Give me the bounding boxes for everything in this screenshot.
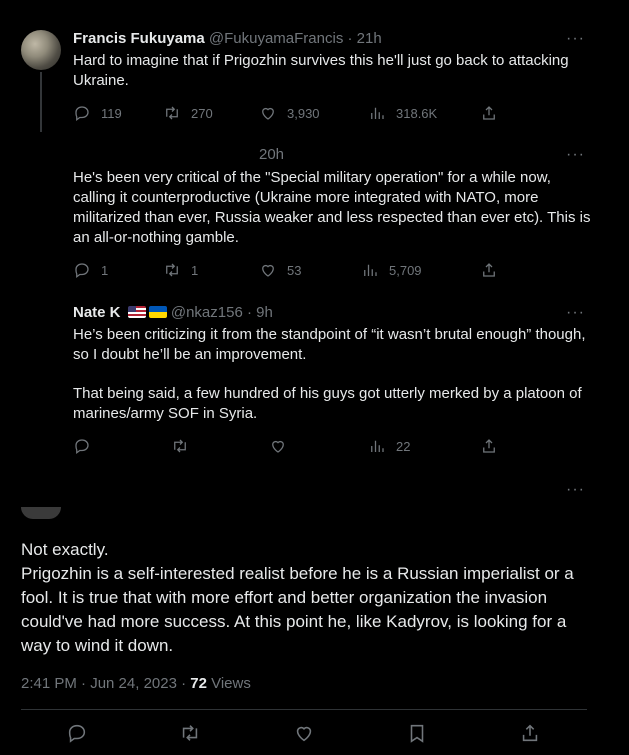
- tweet-text: Hard to imagine that if Prigozhin surviv…: [73, 52, 569, 89]
- retweet-button[interactable]: [171, 437, 199, 455]
- like-icon: [262, 107, 274, 120]
- like-count: 53: [287, 262, 302, 278]
- views-count: 318.6K: [396, 105, 438, 121]
- avatar[interactable]: [21, 30, 61, 70]
- author-name[interactable]: Nate K: [73, 304, 121, 321]
- share-icon: [483, 106, 495, 120]
- reply-count: 1: [101, 262, 109, 278]
- views-icon: [371, 440, 384, 452]
- like-icon: [262, 264, 274, 277]
- more-icon[interactable]: ···: [566, 481, 585, 499]
- bookmark-button[interactable]: [406, 722, 428, 749]
- tweet-header: Francis Fukuyama @FukuyamaFrancis · 21h: [73, 30, 382, 47]
- share-button[interactable]: [480, 261, 508, 279]
- more-icon[interactable]: ···: [566, 146, 585, 164]
- reply-icon: [75, 263, 89, 279]
- tweet-time[interactable]: · 21h: [348, 30, 382, 47]
- reply-icon: [75, 439, 89, 455]
- ukraine-flag-icon: [148, 306, 167, 318]
- tweet-time[interactable]: · 9h: [247, 304, 273, 321]
- views-icon: [371, 107, 384, 119]
- like-icon: [272, 440, 284, 453]
- reply-icon: [68, 724, 86, 743]
- views-icon: [364, 264, 377, 276]
- main-tweet-actions: [21, 722, 587, 746]
- tweet-text: He's been very critical of the "Special …: [73, 169, 591, 246]
- retweet-icon: [166, 106, 178, 120]
- tweet-text-p2: That being said, a few hundred of his gu…: [73, 385, 582, 422]
- tweet-actions: 119 270 3,930 318.6K: [73, 104, 593, 124]
- reply-button[interactable]: 119: [73, 104, 122, 122]
- bookmark-icon: [410, 724, 424, 743]
- like-button[interactable]: 53: [259, 261, 301, 279]
- tweet-actions: 22: [73, 437, 593, 457]
- tweet-reply-1[interactable]: 20h ··· He's been very critical of the "…: [0, 140, 629, 295]
- like-button[interactable]: [269, 437, 297, 455]
- tweet-timestamp[interactable]: 2:41 PM · Jun 24, 2023 ·: [21, 675, 190, 692]
- like-icon: [296, 726, 312, 742]
- like-button[interactable]: [293, 722, 315, 749]
- views-number: 72: [190, 675, 207, 692]
- like-button[interactable]: 3,930: [259, 104, 320, 122]
- views-button[interactable]: 22: [368, 437, 410, 455]
- share-button[interactable]: [480, 104, 508, 122]
- avatar[interactable]: [21, 507, 61, 519]
- reply-icon: [75, 106, 89, 122]
- retweet-button[interactable]: 270: [163, 104, 213, 122]
- author-handle[interactable]: @FukuyamaFrancis: [209, 30, 343, 47]
- more-icon[interactable]: ···: [566, 30, 585, 48]
- share-icon: [522, 724, 538, 742]
- tweet-text-p1: He’s been criticizing it from the standp…: [73, 326, 586, 363]
- views-count: 5,709: [389, 262, 422, 278]
- author-handle[interactable]: @nkaz156: [171, 304, 243, 321]
- tweet-fukuyama[interactable]: Francis Fukuyama @FukuyamaFrancis · 21h …: [0, 0, 629, 140]
- share-icon: [483, 439, 495, 453]
- retweet-count: 1: [191, 262, 199, 278]
- main-tweet-line1: Not exactly.: [21, 540, 109, 559]
- us-flag-icon: [127, 306, 146, 318]
- retweet-icon: [182, 725, 198, 741]
- retweet-icon: [166, 263, 178, 277]
- author-name[interactable]: Francis Fukuyama: [73, 30, 205, 47]
- tweet-timestamp-row: 2:41 PM · Jun 24, 2023 · 72 Views: [21, 675, 251, 692]
- main-tweet-body: Prigozhin is a self-interested realist b…: [21, 564, 574, 655]
- reply-button[interactable]: [66, 722, 88, 749]
- divider: [21, 709, 587, 710]
- share-button[interactable]: [480, 437, 508, 455]
- reply-count: 119: [101, 105, 122, 121]
- more-icon[interactable]: ···: [566, 304, 585, 322]
- views-label: Views: [206, 675, 251, 692]
- tweet-nate-k[interactable]: Nate K @nkaz156 · 9h ··· He’s been criti…: [0, 295, 629, 470]
- retweet-icon: [174, 439, 186, 453]
- reply-button[interactable]: [73, 437, 101, 455]
- tweet-actions: 1 1 53 5,709: [73, 261, 593, 281]
- like-count: 3,930: [287, 105, 320, 121]
- retweet-button[interactable]: 1: [163, 261, 198, 279]
- views-button[interactable]: 318.6K: [368, 104, 437, 122]
- share-button[interactable]: [519, 722, 541, 749]
- share-icon: [483, 263, 495, 277]
- reply-button[interactable]: 1: [73, 261, 108, 279]
- views-count: 22: [396, 438, 411, 454]
- tweet-time[interactable]: 20h: [259, 146, 284, 163]
- tweet-header: Nate K @nkaz156 · 9h: [73, 304, 273, 321]
- views-button[interactable]: 5,709: [361, 261, 422, 279]
- retweet-count: 270: [191, 105, 213, 121]
- retweet-button[interactable]: [179, 722, 201, 749]
